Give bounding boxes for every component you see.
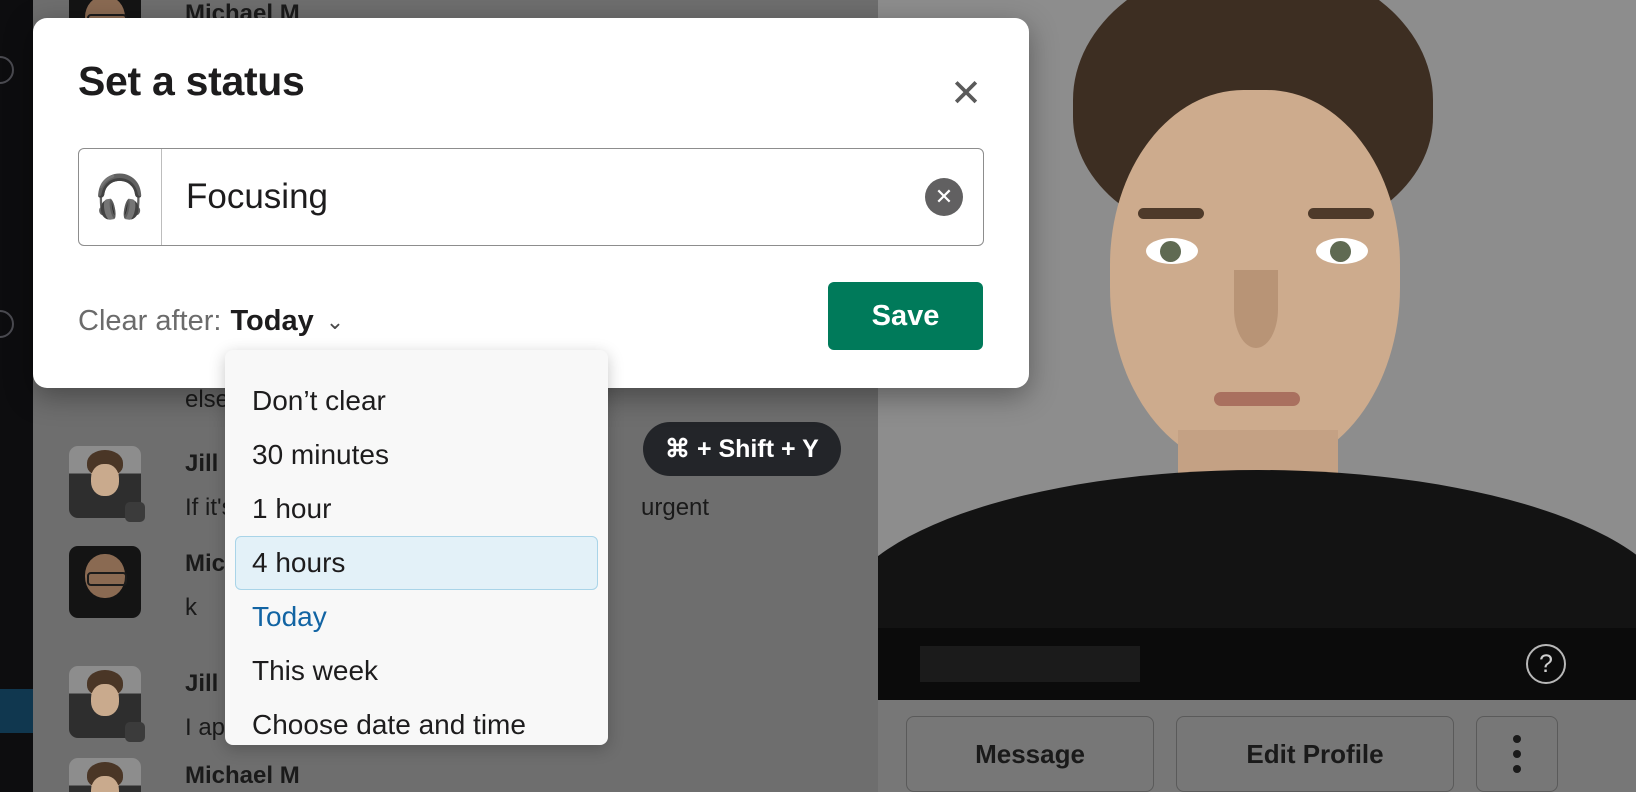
dropdown-item-label: Don’t clear — [252, 385, 386, 416]
dropdown-item[interactable]: 30 minutes — [235, 428, 598, 482]
clear-after-selector[interactable]: Clear after: Today ⌄ — [78, 305, 344, 338]
status-input[interactable] — [162, 149, 925, 245]
chevron-down-icon: ⌄ — [325, 308, 345, 334]
clear-status-icon[interactable]: ✕ — [925, 178, 963, 216]
status-field: 🎧 ✕ — [78, 148, 984, 246]
clear-after-value: Today — [230, 305, 314, 337]
dropdown-item-label: 30 minutes — [252, 439, 389, 470]
dropdown-item[interactable]: 1 hour — [235, 482, 598, 536]
dropdown-item-label: 1 hour — [252, 493, 332, 524]
headphone-emoji[interactable]: 🎧 — [79, 149, 162, 245]
app-root: Michael M else i Jill Du If it's urgent … — [0, 0, 1636, 792]
modal-title: Set a status — [78, 58, 305, 104]
dropdown-item-label: This week — [252, 655, 379, 686]
dropdown-item[interactable]: Don’t clear — [235, 374, 598, 428]
save-button-label: Save — [871, 299, 940, 332]
dropdown-item[interactable]: 4 hours — [235, 536, 598, 590]
save-button[interactable]: Save — [828, 282, 983, 350]
close-icon[interactable]: ✕ — [943, 70, 989, 116]
dropdown-item[interactable]: This week — [235, 644, 598, 698]
clear-after-label: Clear after: — [78, 305, 222, 337]
set-status-modal: Set a status ✕ 🎧 ✕ Clear after: Today ⌄ … — [33, 18, 1029, 388]
dropdown-item-label: Today — [252, 601, 327, 632]
dropdown-item[interactable]: Choose date and time — [235, 698, 598, 752]
dropdown-item-label: Choose date and time — [252, 709, 526, 740]
dropdown-item-label: 4 hours — [252, 547, 346, 578]
dropdown-item[interactable]: Today — [235, 590, 598, 644]
clear-after-dropdown: Don’t clear 30 minutes 1 hour 4 hours Today T… — [225, 350, 608, 745]
